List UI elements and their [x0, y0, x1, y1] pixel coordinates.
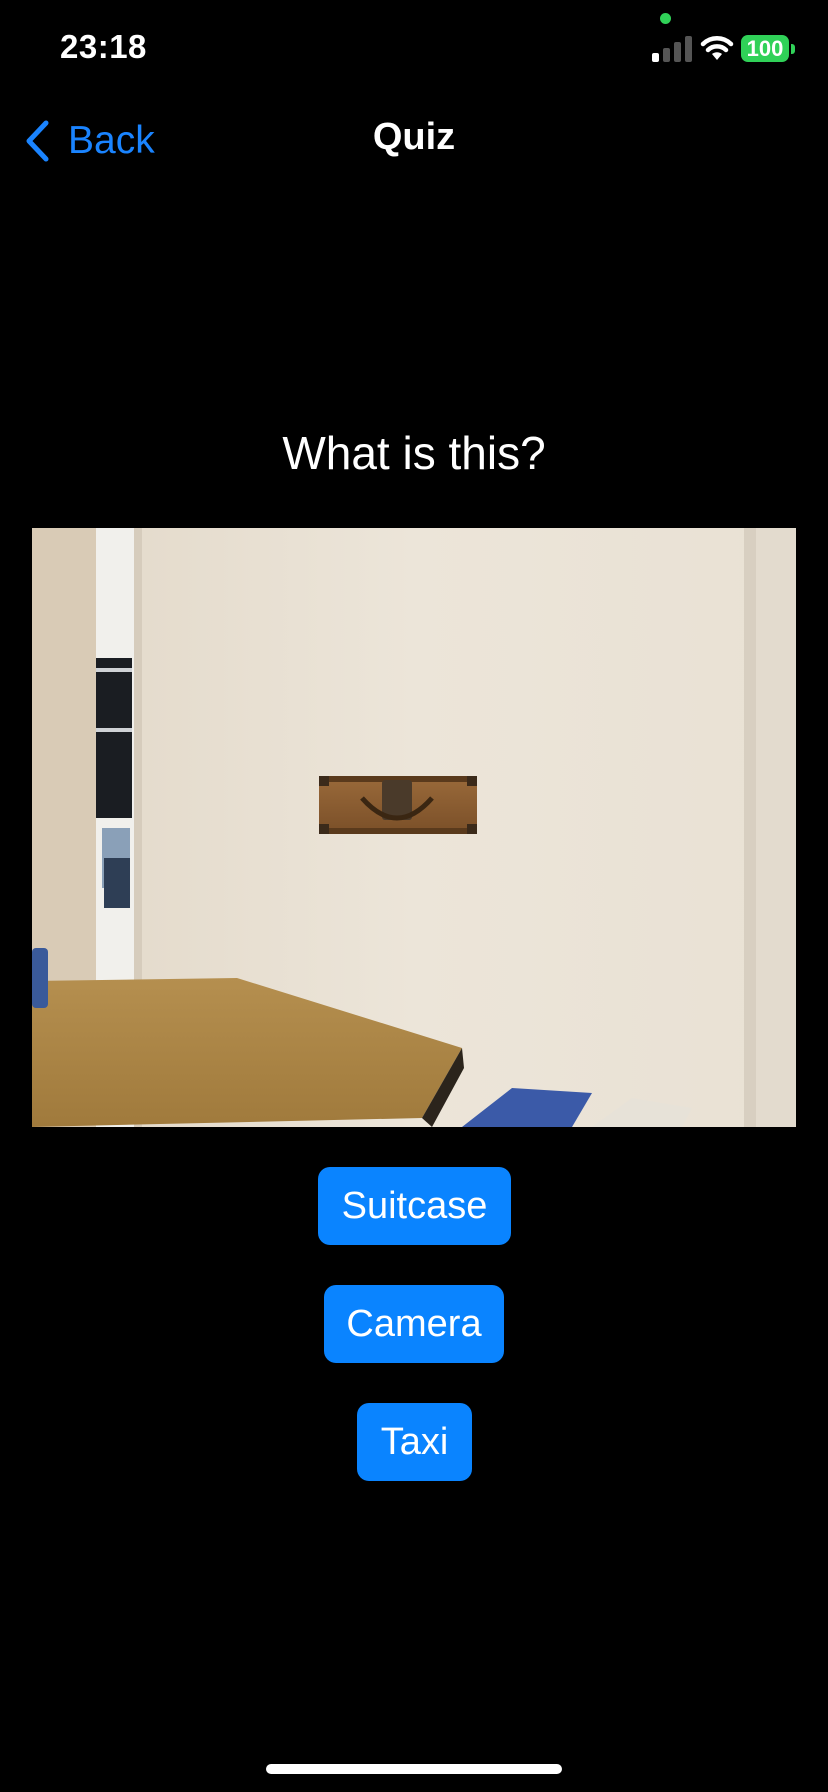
quiz-photo: [32, 528, 796, 1127]
cellular-signal-icon: [652, 36, 692, 62]
status-time: 23:18: [60, 28, 147, 65]
battery-icon: 100: [741, 35, 789, 62]
wifi-icon: [700, 36, 734, 60]
answer-button-taxi[interactable]: Taxi: [357, 1403, 472, 1481]
page-title: Quiz: [372, 116, 456, 158]
answer-button-suitcase[interactable]: Suitcase: [318, 1167, 511, 1245]
battery-tip: [791, 44, 795, 54]
quiz-question: What is this?: [282, 427, 546, 479]
answer-button-camera[interactable]: Camera: [324, 1285, 504, 1363]
camera-in-use-indicator: [660, 13, 671, 24]
home-indicator[interactable]: [266, 1764, 562, 1774]
